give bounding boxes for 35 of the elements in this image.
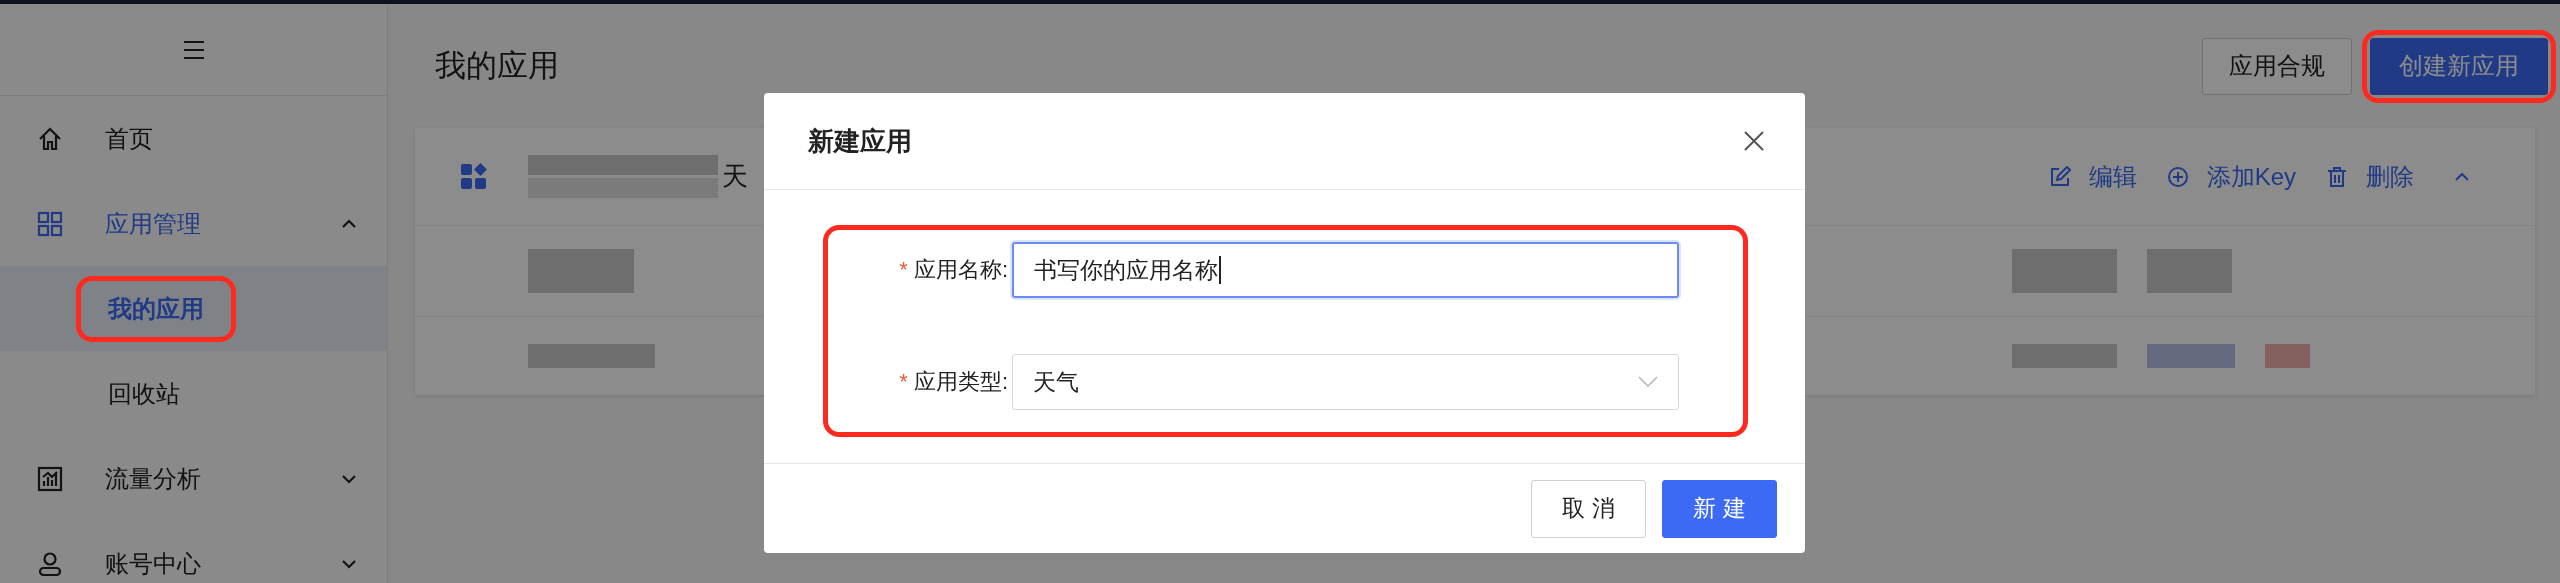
plus-circle-icon xyxy=(2166,165,2189,188)
home-icon xyxy=(37,125,63,152)
page-title: 我的应用 xyxy=(435,47,559,85)
action-link[interactable]: 删除 xyxy=(2326,160,2414,193)
sidebar-item[interactable]: 流量分析 xyxy=(0,436,387,521)
dialog-button[interactable]: 取 消 xyxy=(1531,479,1646,538)
dialog-button[interactable]: 新 建 xyxy=(1662,479,1777,538)
grid-icon xyxy=(37,210,63,237)
header-button[interactable]: 应用合规 xyxy=(2202,37,2352,95)
user-icon xyxy=(37,550,63,577)
app-icon xyxy=(460,162,488,191)
trash-icon xyxy=(2326,165,2348,188)
action-link[interactable]: 编辑 xyxy=(2048,160,2137,193)
sidebar-subitem[interactable]: 我的应用 xyxy=(0,266,387,351)
app-type-text: 天 xyxy=(722,160,748,193)
sidebar-item[interactable]: 首页 xyxy=(0,96,387,181)
field-label: 应用名称: xyxy=(913,256,1008,284)
sidebar-item[interactable]: 账号中心 xyxy=(0,521,387,583)
select-field[interactable]: 天气 xyxy=(1012,354,1679,410)
action-link[interactable]: 添加Key xyxy=(2166,160,2296,193)
dialog-title: 新建应用 xyxy=(808,124,912,158)
edit-icon xyxy=(2048,165,2071,188)
sidebar-subitem[interactable]: 回收站 xyxy=(0,351,387,436)
close-icon[interactable] xyxy=(1743,130,1765,152)
required-mark: * xyxy=(899,369,908,395)
sidebar-item[interactable]: 应用管理 xyxy=(0,181,387,266)
redacted-text xyxy=(2265,344,2310,368)
chart-icon xyxy=(37,465,63,492)
chevron-down-icon xyxy=(1638,376,1658,388)
header-button[interactable]: 创建新应用 xyxy=(2370,37,2548,95)
required-mark: * xyxy=(899,257,908,283)
input-field[interactable]: 书写你的应用名称 xyxy=(1012,242,1679,298)
chevron-up-icon[interactable] xyxy=(2454,171,2470,182)
field-label: 应用类型: xyxy=(913,368,1008,396)
menu-icon[interactable] xyxy=(181,39,206,60)
